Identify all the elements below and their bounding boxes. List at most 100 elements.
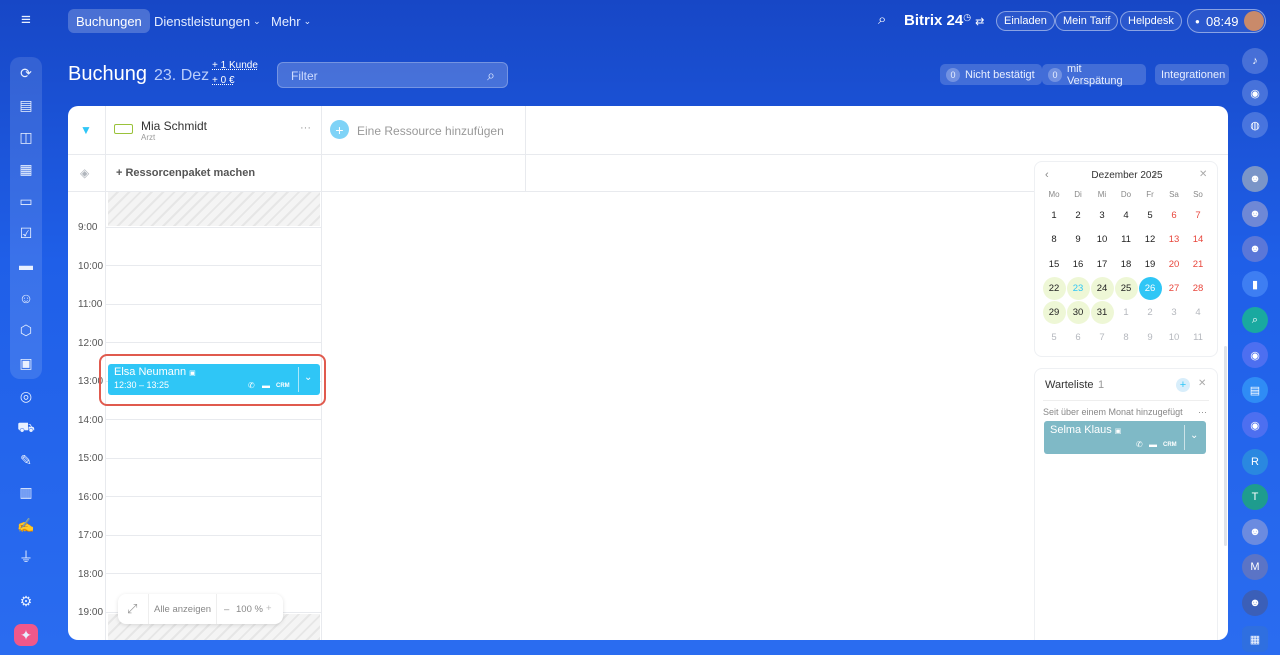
calendar-day[interactable]: 15 [1043,253,1066,276]
filter-input[interactable]: Filter ⌕ [277,62,508,88]
calendar-day[interactable]: 28 [1187,277,1210,300]
calendar-day[interactable]: 6 [1067,326,1090,349]
bell-icon[interactable]: ♪ [1242,48,1268,74]
calendar-day[interactable]: 27 [1163,277,1186,300]
copilot-chat-icon[interactable]: ◉ [1242,342,1268,368]
delta-customers[interactable]: + 1 Kunde [212,60,258,71]
copilot-icon[interactable]: ◉ [1242,80,1268,106]
calendar-day[interactable]: 4 [1187,301,1210,324]
helpdesk-button[interactable]: Helpdesk [1120,11,1182,31]
contact-avatar[interactable]: ☻ [1242,166,1268,192]
automation-icon[interactable]: ⟳ [14,61,38,85]
zoom-out-button[interactable]: – [224,604,229,615]
edit-doc-icon[interactable]: ✎ [14,448,38,472]
document-icon[interactable]: ▭ [14,189,38,213]
calendar-day[interactable]: 21 [1187,253,1210,276]
resource-name[interactable]: Mia Schmidt [141,119,207,133]
menu-icon[interactable]: ≡ [14,8,38,32]
contact-avatar[interactable]: ☻ [1242,519,1268,545]
calendar-day[interactable]: 6 [1163,204,1186,227]
settings-icon[interactable]: ⚙ [14,589,38,613]
booking-icon[interactable]: ▣ [14,351,38,375]
cart-icon[interactable]: ⛟ [14,416,38,440]
tab-buchungen[interactable]: Buchungen [68,9,150,33]
tab-mehr[interactable]: Mehr ⌄ [263,9,319,33]
expand-icon[interactable]: ⤢ [127,601,137,617]
layers-icon[interactable]: ◈ [80,166,89,180]
calendar-day[interactable]: 7 [1187,204,1210,227]
copilot-chat-icon[interactable]: ◉ [1242,412,1268,438]
add-resource-icon[interactable]: + [330,120,349,139]
sign-icon[interactable]: ✍ [14,513,38,537]
waitlist-client[interactable]: Selma Klaus ▣ [1050,424,1121,436]
invite-button[interactable]: Einladen [996,11,1055,31]
calendar-day[interactable]: 25 [1114,277,1138,300]
not-confirmed-button[interactable]: 0 Nicht bestätigt [940,64,1042,85]
letter-avatar[interactable]: M [1242,554,1268,580]
calendar-day[interactable]: 23 [1066,277,1090,300]
calendar-day[interactable]: 17 [1091,253,1114,276]
calendar-day[interactable]: 3 [1091,204,1114,227]
crm-label[interactable]: CRM [1163,442,1177,448]
late-button[interactable]: 0 mit Verspätung [1042,63,1146,87]
calendar-day[interactable]: 2 [1067,204,1090,227]
filter-funnel-icon[interactable]: ⏚ [14,545,38,569]
calendar-day[interactable]: 3 [1163,301,1186,324]
contact-avatar[interactable]: ☻ [1242,590,1268,616]
calendar-day[interactable]: 11 [1115,228,1138,251]
letter-avatar[interactable]: T [1242,484,1268,510]
search-doc-icon[interactable]: ⌕ [1242,307,1268,333]
inbox-icon[interactable]: ▬ [14,253,38,277]
contact-avatar[interactable]: ☻ [1242,236,1268,262]
tab-dienstleistungen[interactable]: Dienstleistungen ⌄ [146,9,269,33]
integrations-button[interactable]: Integrationen [1155,64,1229,85]
chevron-down-icon[interactable]: ⌄ [1190,430,1198,441]
package-button[interactable]: + Ressorcenpaket machen [116,167,255,179]
delta-money[interactable]: + 0 € [212,75,235,86]
calendar-day[interactable]: 22 [1042,277,1066,300]
calendar-day[interactable]: 18 [1115,253,1138,276]
calendar-day[interactable]: 9 [1139,326,1162,349]
page-date[interactable]: 23. Dez [154,67,209,85]
collapse-icon[interactable]: ✕ [1198,378,1206,389]
search-icon[interactable]: ⌕ [487,67,495,84]
chat-icon[interactable]: ◫ [14,125,38,149]
calendar-day[interactable]: 12 [1139,228,1162,251]
calendar-day[interactable]: 13 [1163,228,1186,251]
app-icon[interactable]: ▦ [1242,626,1268,652]
scrollbar[interactable] [1224,346,1227,546]
calendar-day[interactable]: 30 [1066,301,1090,324]
contact-avatar[interactable]: ☻ [1242,201,1268,227]
feed-icon[interactable]: ▤ [14,93,38,117]
rocket-icon[interactable]: ✦ [14,624,38,646]
calendar-day[interactable]: 10 [1091,228,1114,251]
calendar-day[interactable]: 8 [1115,326,1138,349]
calendar-day[interactable]: 14 [1187,228,1210,251]
zoom-in-button[interactable]: + [266,603,272,614]
calendar-day[interactable]: 11 [1187,326,1210,349]
calendar-day[interactable]: 31 [1090,301,1114,324]
calendar-day[interactable]: 1 [1043,204,1066,227]
target-icon[interactable]: ◎ [14,384,38,408]
calendar-day[interactable]: 2 [1139,301,1162,324]
tasks-icon[interactable]: ☑ [14,221,38,245]
bookmark-icon[interactable]: ▮ [1242,271,1268,297]
waitlist-more-icon[interactable]: ··· [1198,407,1207,417]
calendar-day[interactable]: 5 [1043,326,1066,349]
collapse-icon[interactable]: ✕ [1199,169,1207,180]
message-icon[interactable]: ▬ [1149,440,1157,449]
calendar-day[interactable]: 29 [1042,301,1066,324]
contacts-icon[interactable]: ☺ [14,286,38,310]
calendar-day[interactable]: 20 [1163,253,1186,276]
show-all-button[interactable]: Alle anzeigen [154,604,211,615]
swap-icon[interactable]: ⇄ [975,16,984,28]
calendar-day[interactable]: 1 [1115,301,1138,324]
add-resource-label[interactable]: Eine Ressource hinzufügen [357,124,504,138]
calendar-day[interactable]: 4 [1115,204,1138,227]
calendar-day[interactable]: 10 [1163,326,1186,349]
calendar-day[interactable]: 5 [1139,204,1162,227]
analytics-icon[interactable]: ▥ [14,480,38,504]
calendar-icon[interactable]: ▦ [14,157,38,181]
letter-avatar[interactable]: R [1242,449,1268,475]
calendar-day[interactable]: 8 [1043,228,1066,251]
